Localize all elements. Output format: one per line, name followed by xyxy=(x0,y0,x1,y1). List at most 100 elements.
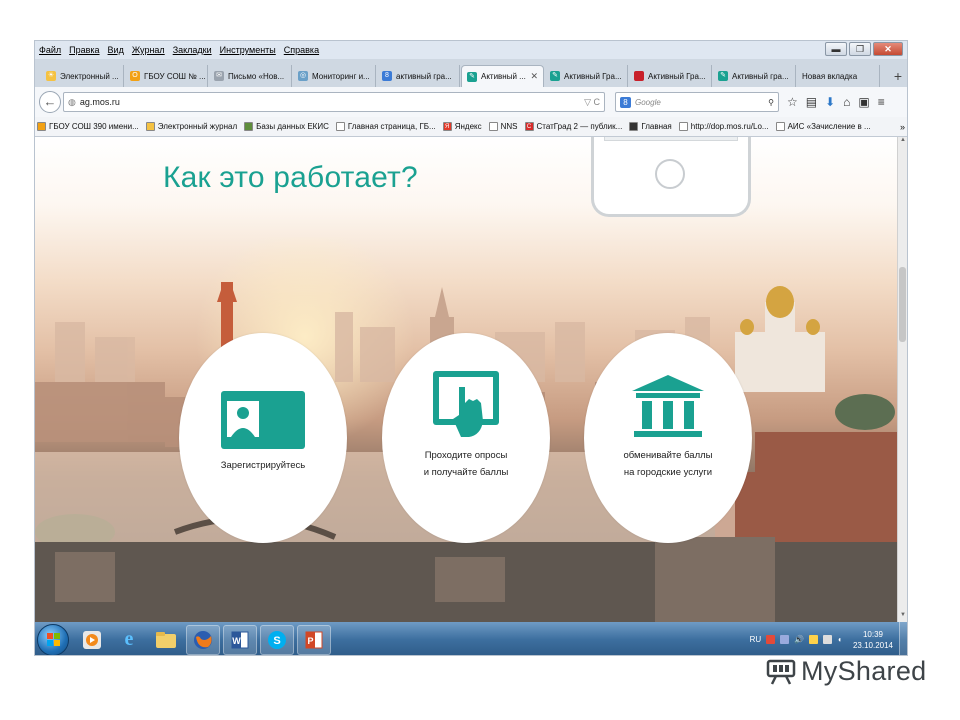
menu-bookmarks[interactable]: Закладки xyxy=(173,45,212,55)
powerpoint-taskbar-icon[interactable]: P xyxy=(297,624,331,655)
close-tab-icon[interactable]: ✕ xyxy=(530,71,538,82)
bookmark-item[interactable]: АИС «Зачисление в ... xyxy=(775,122,871,131)
step-surveys-caption: Проходите опросы и получайте баллы xyxy=(424,447,509,481)
clipboard-icon[interactable]: ▤ xyxy=(806,95,817,109)
speaker-icon[interactable]: ◖ xyxy=(837,635,842,644)
database-favicon-icon xyxy=(244,122,254,131)
step-exchange-caption: обменивайте баллы на городские услуги xyxy=(623,447,712,481)
windows-taskbar: e W S P RU 🔊 ◖ 10:39 23.10.2014 xyxy=(35,622,907,655)
internet-explorer-taskbar-icon[interactable]: e xyxy=(112,625,146,655)
tray-flag-icon[interactable] xyxy=(766,635,776,644)
step-register-card: Зарегистрируйтесь xyxy=(179,333,347,543)
bookmark-item[interactable]: ГБОУ СОШ 390 имени... xyxy=(37,122,139,131)
menu-hamburger-icon[interactable]: ≡ xyxy=(878,95,885,109)
show-desktop-button[interactable] xyxy=(899,622,907,655)
close-window-button[interactable]: ✕ xyxy=(873,42,903,56)
address-bar[interactable]: ◍ ag.mos.ru ▽ C xyxy=(63,92,605,112)
page-content: Как это работает? Зарегистрируйтесь Прох… xyxy=(35,137,899,622)
tab-aktivny-active[interactable]: ✎ Активный ... ✕ xyxy=(461,65,544,87)
back-button[interactable]: ← xyxy=(39,91,61,113)
page-favicon-icon xyxy=(488,122,498,131)
menu-file[interactable]: Файл xyxy=(39,45,61,55)
skype-taskbar-icon[interactable]: S xyxy=(260,624,294,655)
bookmark-item[interactable]: Базы данных ЕКИС xyxy=(244,122,329,131)
maximize-button[interactable]: ❐ xyxy=(849,42,871,56)
bookmarks-overflow-icon[interactable]: » xyxy=(900,122,905,132)
menu-help[interactable]: Справка xyxy=(284,45,319,55)
firefox-taskbar-icon[interactable] xyxy=(186,624,220,655)
ag-favicon-icon: ✎ xyxy=(550,71,560,81)
menu-edit[interactable]: Правка xyxy=(69,45,99,55)
bookmark-label: Базы данных ЕКИС xyxy=(256,122,329,131)
tab-monitoring[interactable]: ◎ Мониторинг и... xyxy=(293,65,376,87)
ag-favicon-icon: ✎ xyxy=(718,71,728,81)
window-controls: ▬ ❐ ✕ xyxy=(825,42,903,56)
bookmark-label: http://dop.mos.ru/Lo... xyxy=(690,122,769,131)
menu-history[interactable]: Журнал xyxy=(132,45,165,55)
tab-label: Активный гра... xyxy=(732,71,789,81)
tab-aktivny-gra-4[interactable]: ✎ Активный гра... xyxy=(713,65,796,87)
reload-icon[interactable]: ▽ C xyxy=(584,97,600,108)
tab-new[interactable]: Новая вкладка xyxy=(797,65,880,87)
bookmark-label: АИС «Зачисление в ... xyxy=(787,122,871,131)
minimize-button[interactable]: ▬ xyxy=(825,42,847,56)
menu-view[interactable]: Вид xyxy=(108,45,124,55)
tab-aktivny-gra-google[interactable]: 8 активный гра... xyxy=(377,65,460,87)
taskbar-clock[interactable]: 10:39 23.10.2014 xyxy=(853,629,893,651)
tablet-touch-icon xyxy=(433,371,499,437)
page-favicon-icon xyxy=(678,122,688,131)
url-text: ag.mos.ru xyxy=(79,97,120,107)
bookmark-label: NNS xyxy=(500,122,518,131)
tab-aktivny-gra-2[interactable]: ✎ Активный Гра... xyxy=(545,65,628,87)
scroll-up-icon[interactable]: ▲ xyxy=(898,137,907,147)
start-button[interactable] xyxy=(37,623,69,655)
tab-label: Мониторинг и... xyxy=(312,71,370,81)
watermark-text: MyShared xyxy=(801,656,927,686)
magnifier-icon[interactable]: ⚲ xyxy=(768,98,774,107)
menu-tools[interactable]: Инструменты xyxy=(220,45,276,55)
bookmark-item[interactable]: Электронный журнал xyxy=(145,122,238,131)
file-explorer-taskbar-icon[interactable] xyxy=(149,625,183,655)
tab-elektronny[interactable]: ☀ Электронный ... xyxy=(41,65,124,87)
bookmark-item[interactable]: Я Яндекс xyxy=(442,122,482,131)
caption-line: Зарегистрируйтесь xyxy=(220,460,306,471)
tab-label: Новая вкладка xyxy=(802,71,858,81)
google-favicon-icon: 8 xyxy=(382,71,392,81)
tab-gbou[interactable]: О ГБОУ СОШ № ... xyxy=(125,65,208,87)
bookmark-item[interactable]: NNS xyxy=(488,122,518,131)
download-icon[interactable]: ⬇ xyxy=(825,95,835,109)
chart-favicon-icon xyxy=(629,122,639,131)
word-taskbar-icon[interactable]: W xyxy=(223,624,257,655)
mail-favicon-icon: ✉ xyxy=(214,71,224,81)
svg-text:W: W xyxy=(232,636,241,646)
tray-network-icon[interactable] xyxy=(780,635,790,644)
yandex-favicon-icon: Я xyxy=(442,122,452,131)
home-icon[interactable]: ⌂ xyxy=(843,95,850,109)
new-tab-plus-icon[interactable]: + xyxy=(887,65,907,87)
volume-icon[interactable]: 🔊 xyxy=(794,635,804,644)
bookmark-label: СтатГрад 2 — публик... xyxy=(536,122,623,131)
bookmark-item[interactable]: Главная xyxy=(629,122,672,131)
bookmark-star-icon[interactable]: ☆ xyxy=(787,95,798,109)
tab-label: Активный Гра... xyxy=(648,71,706,81)
tray-notification-icon[interactable] xyxy=(809,635,819,644)
smartphone-illustration xyxy=(591,137,751,217)
addon-icon[interactable]: ▣ xyxy=(858,95,869,109)
language-indicator[interactable]: RU xyxy=(750,635,762,644)
bookmark-label: Главная страница, ГБ... xyxy=(347,122,436,131)
bookmark-item[interactable]: C СтатГрад 2 — публик... xyxy=(524,122,623,131)
screenshot-frame: Файл Правка Вид Журнал Закладки Инструме… xyxy=(34,40,908,656)
scrollbar-thumb[interactable] xyxy=(899,267,906,342)
bookmark-item[interactable]: http://dop.mos.ru/Lo... xyxy=(678,122,769,131)
tab-label: Письмо «Нов... xyxy=(228,71,285,81)
search-input[interactable]: 8 Google ⚲ xyxy=(615,92,779,112)
bookmark-label: Электронный журнал xyxy=(157,122,238,131)
page-scrollbar[interactable]: ▲ ▼ xyxy=(897,137,907,622)
tray-monitor-icon[interactable] xyxy=(823,635,833,644)
tab-pismo[interactable]: ✉ Письмо «Нов... xyxy=(209,65,292,87)
tab-aktivny-gra-3[interactable]: Активный Гра... xyxy=(629,65,712,87)
tab-label: Электронный ... xyxy=(60,71,119,81)
bookmark-item[interactable]: Главная страница, ГБ... xyxy=(335,122,436,131)
scroll-down-icon[interactable]: ▼ xyxy=(898,612,907,622)
media-player-taskbar-icon[interactable] xyxy=(75,625,109,655)
